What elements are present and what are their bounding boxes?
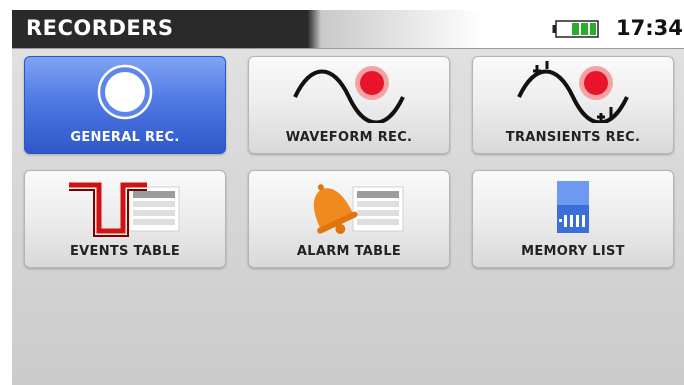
title-bar: RECORDERS 17:34 xyxy=(12,10,684,48)
waveform-record-icon xyxy=(293,66,405,123)
memory-card-icon xyxy=(557,181,589,233)
general-rec-button[interactable]: GENERAL REC. xyxy=(24,56,226,154)
alarm-table-label: ALARM TABLE xyxy=(296,244,402,259)
alarm-table-button[interactable]: ALARM TABLE xyxy=(248,170,450,268)
transients-rec-button[interactable]: TRANSIENTS REC. xyxy=(472,56,674,154)
title-divider xyxy=(12,48,684,49)
memory-list-button[interactable]: MEMORY LIST xyxy=(472,170,674,268)
transients-record-icon xyxy=(517,61,629,123)
events-table-label: EVENTS TABLE xyxy=(69,244,181,259)
general-rec-label: GENERAL REC. xyxy=(70,130,180,145)
waveform-rec-button[interactable]: WAVEFORM REC. xyxy=(248,56,450,154)
events-table-icon xyxy=(69,182,180,237)
events-table-button[interactable]: EVENTS TABLE xyxy=(24,170,226,268)
record-circle-icon xyxy=(97,64,153,120)
alarm-bell-table-icon xyxy=(313,184,404,234)
memory-list-label: MEMORY LIST xyxy=(521,244,625,259)
clock: 17:34 xyxy=(616,16,683,40)
transients-rec-label: TRANSIENTS REC. xyxy=(505,130,641,145)
waveform-rec-label: WAVEFORM REC. xyxy=(285,130,413,145)
page-title: RECORDERS xyxy=(26,16,174,40)
screen: RECORDERS 17:34 GENERAL REC. WAVEFORM RE… xyxy=(12,10,684,385)
battery-icon xyxy=(552,20,599,38)
